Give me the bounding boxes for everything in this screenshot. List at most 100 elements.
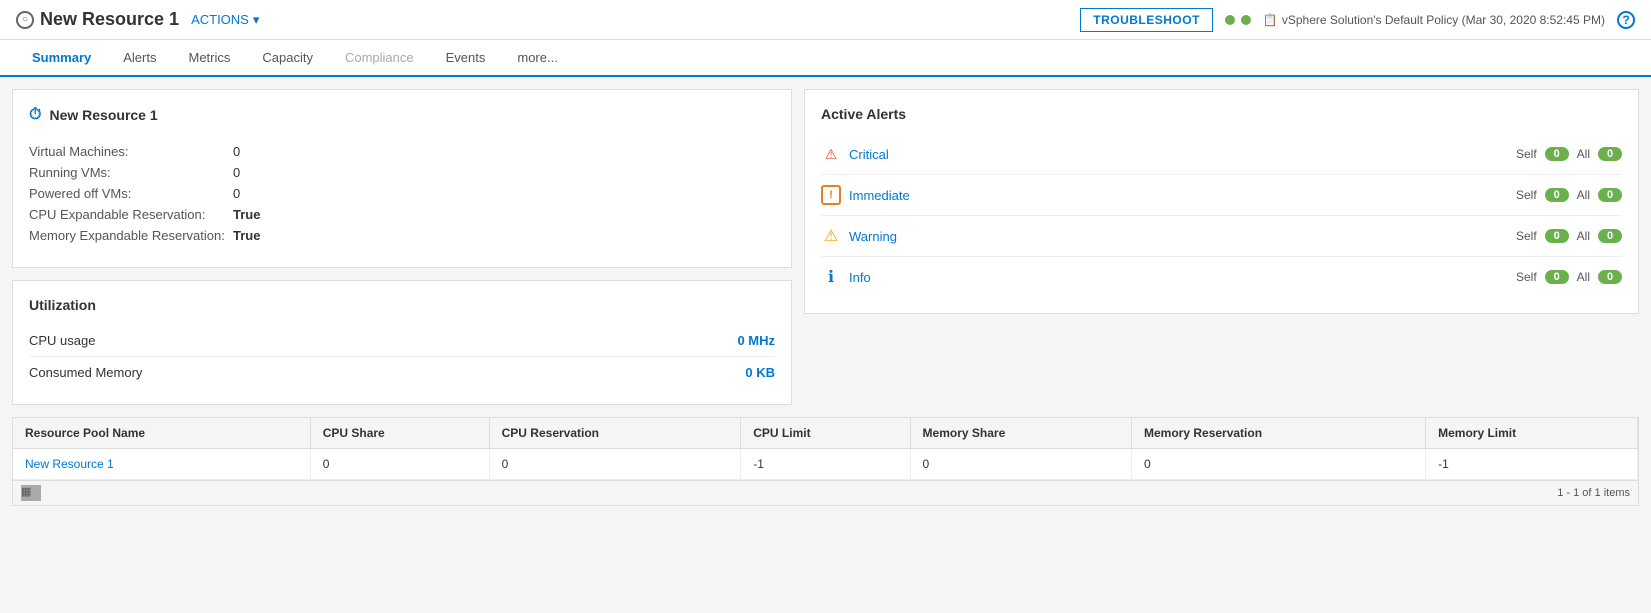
row-cpu-share: 0 (310, 449, 489, 480)
status-dot-1 (1225, 15, 1235, 25)
resource-info-grid: Virtual Machines: 0 Running VMs: 0 Power… (29, 136, 775, 251)
status-dot-2 (1241, 15, 1251, 25)
tab-capacity[interactable]: Capacity (246, 40, 329, 77)
critical-alert-name[interactable]: Critical (849, 147, 1516, 162)
active-alerts-card: Active Alerts ⚠ Critical Self 0 All 0 ! … (804, 89, 1639, 314)
warning-alert-row: ⚠ Warning Self 0 All 0 (821, 216, 1622, 257)
policy-text: 📋 vSphere Solution's Default Policy (Mar… (1263, 13, 1605, 27)
running-vms-label: Running VMs: (29, 165, 229, 180)
info-counts: Self 0 All 0 (1516, 270, 1622, 284)
critical-alert-row: ⚠ Critical Self 0 All 0 (821, 134, 1622, 175)
resource-title: New Resource 1 (40, 9, 179, 30)
utilization-title: Utilization (29, 297, 775, 313)
policy-label: vSphere Solution's Default Policy (Mar 3… (1282, 13, 1605, 27)
col-cpu-limit: CPU Limit (741, 418, 910, 449)
actions-label: ACTIONS (191, 12, 249, 27)
immediate-all-count: 0 (1598, 188, 1622, 202)
resource-info-card: ⏱ New Resource 1 Virtual Machines: 0 Run… (12, 89, 792, 268)
immediate-alert-name[interactable]: Immediate (849, 188, 1516, 203)
warning-self-count: 0 (1545, 229, 1569, 243)
row-cpu-limit: -1 (741, 449, 910, 480)
info-icon: ℹ (821, 267, 841, 287)
col-pool-name: Resource Pool Name (13, 418, 310, 449)
header-left: ○ New Resource 1 ACTIONS ▾ (16, 9, 259, 30)
header: ○ New Resource 1 ACTIONS ▾ TROUBLESHOOT … (0, 0, 1651, 40)
page-title: ○ New Resource 1 (16, 9, 179, 30)
tab-more[interactable]: more... (501, 40, 573, 77)
col-memory-limit: Memory Limit (1426, 418, 1638, 449)
tab-alerts[interactable]: Alerts (107, 40, 172, 77)
table-footer-icon: ▦ (21, 485, 41, 501)
resource-icon: ○ (16, 11, 34, 29)
info-alert-row: ℹ Info Self 0 All 0 (821, 257, 1622, 297)
resource-info-icon: ⏱ (29, 106, 41, 124)
cpu-exp-value: True (233, 207, 775, 222)
active-alerts-title: Active Alerts (821, 106, 1622, 122)
critical-all-label: All (1577, 147, 1590, 161)
immediate-counts: Self 0 All 0 (1516, 188, 1622, 202)
table-header-row: Resource Pool Name CPU Share CPU Reserva… (13, 418, 1638, 449)
troubleshoot-button[interactable]: TROUBLESHOOT (1080, 8, 1213, 32)
tab-summary[interactable]: Summary (16, 40, 107, 77)
table-footer-items: 1 - 1 of 1 items (1557, 487, 1630, 499)
info-self-label: Self (1516, 270, 1537, 284)
warning-icon: ⚠ (821, 226, 841, 246)
actions-button[interactable]: ACTIONS ▾ (191, 12, 259, 28)
row-cpu-reservation: 0 (489, 449, 741, 480)
tab-metrics[interactable]: Metrics (172, 40, 246, 77)
immediate-self-label: Self (1516, 188, 1537, 202)
info-alert-name[interactable]: Info (849, 270, 1516, 285)
info-self-count: 0 (1545, 270, 1569, 284)
warning-alert-name[interactable]: Warning (849, 229, 1516, 244)
warning-counts: Self 0 All 0 (1516, 229, 1622, 243)
immediate-icon: ! (821, 185, 841, 205)
row-memory-share: 0 (910, 449, 1131, 480)
policy-icon: 📋 (1263, 13, 1278, 27)
cpu-usage-value: 0 MHz (737, 333, 775, 348)
powered-off-value: 0 (233, 186, 775, 201)
consumed-memory-row: Consumed Memory 0 KB (29, 357, 775, 388)
row-memory-limit: -1 (1426, 449, 1638, 480)
resource-info-title: ⏱ New Resource 1 (29, 106, 775, 124)
status-icons (1225, 15, 1251, 25)
critical-all-count: 0 (1598, 147, 1622, 161)
header-right: TROUBLESHOOT 📋 vSphere Solution's Defaul… (1080, 8, 1635, 32)
mem-exp-value: True (233, 228, 775, 243)
col-memory-share: Memory Share (910, 418, 1131, 449)
vm-label: Virtual Machines: (29, 144, 229, 159)
warning-self-label: Self (1516, 229, 1537, 243)
resource-table-section: Resource Pool Name CPU Share CPU Reserva… (12, 417, 1639, 506)
table-row: New Resource 1 0 0 -1 0 0 -1 (13, 449, 1638, 480)
left-column: ⏱ New Resource 1 Virtual Machines: 0 Run… (12, 89, 792, 405)
vm-value: 0 (233, 144, 775, 159)
info-all-label: All (1577, 270, 1590, 284)
utilization-card: Utilization CPU usage 0 MHz Consumed Mem… (12, 280, 792, 405)
help-button[interactable]: ? (1617, 11, 1635, 29)
powered-off-label: Powered off VMs: (29, 186, 229, 201)
col-cpu-reservation: CPU Reservation (489, 418, 741, 449)
critical-self-count: 0 (1545, 147, 1569, 161)
col-cpu-share: CPU Share (310, 418, 489, 449)
warning-all-label: All (1577, 229, 1590, 243)
consumed-memory-label: Consumed Memory (29, 365, 142, 380)
immediate-alert-row: ! Immediate Self 0 All 0 (821, 175, 1622, 216)
resource-pool-table: Resource Pool Name CPU Share CPU Reserva… (13, 418, 1638, 480)
mem-exp-label: Memory Expandable Reservation: (29, 228, 229, 243)
right-column: Active Alerts ⚠ Critical Self 0 All 0 ! … (804, 89, 1639, 405)
consumed-memory-value: 0 KB (745, 365, 775, 380)
cpu-usage-row: CPU usage 0 MHz (29, 325, 775, 357)
info-all-count: 0 (1598, 270, 1622, 284)
tab-events[interactable]: Events (430, 40, 502, 77)
warning-all-count: 0 (1598, 229, 1622, 243)
row-pool-name[interactable]: New Resource 1 (13, 449, 310, 480)
main-content: ⏱ New Resource 1 Virtual Machines: 0 Run… (0, 77, 1651, 417)
navigation-tabs: Summary Alerts Metrics Capacity Complian… (0, 40, 1651, 77)
row-memory-reservation: 0 (1132, 449, 1426, 480)
cpu-usage-label: CPU usage (29, 333, 95, 348)
immediate-self-count: 0 (1545, 188, 1569, 202)
cpu-exp-label: CPU Expandable Reservation: (29, 207, 229, 222)
immediate-all-label: All (1577, 188, 1590, 202)
tab-compliance: Compliance (329, 40, 430, 77)
critical-self-label: Self (1516, 147, 1537, 161)
critical-icon: ⚠ (821, 144, 841, 164)
